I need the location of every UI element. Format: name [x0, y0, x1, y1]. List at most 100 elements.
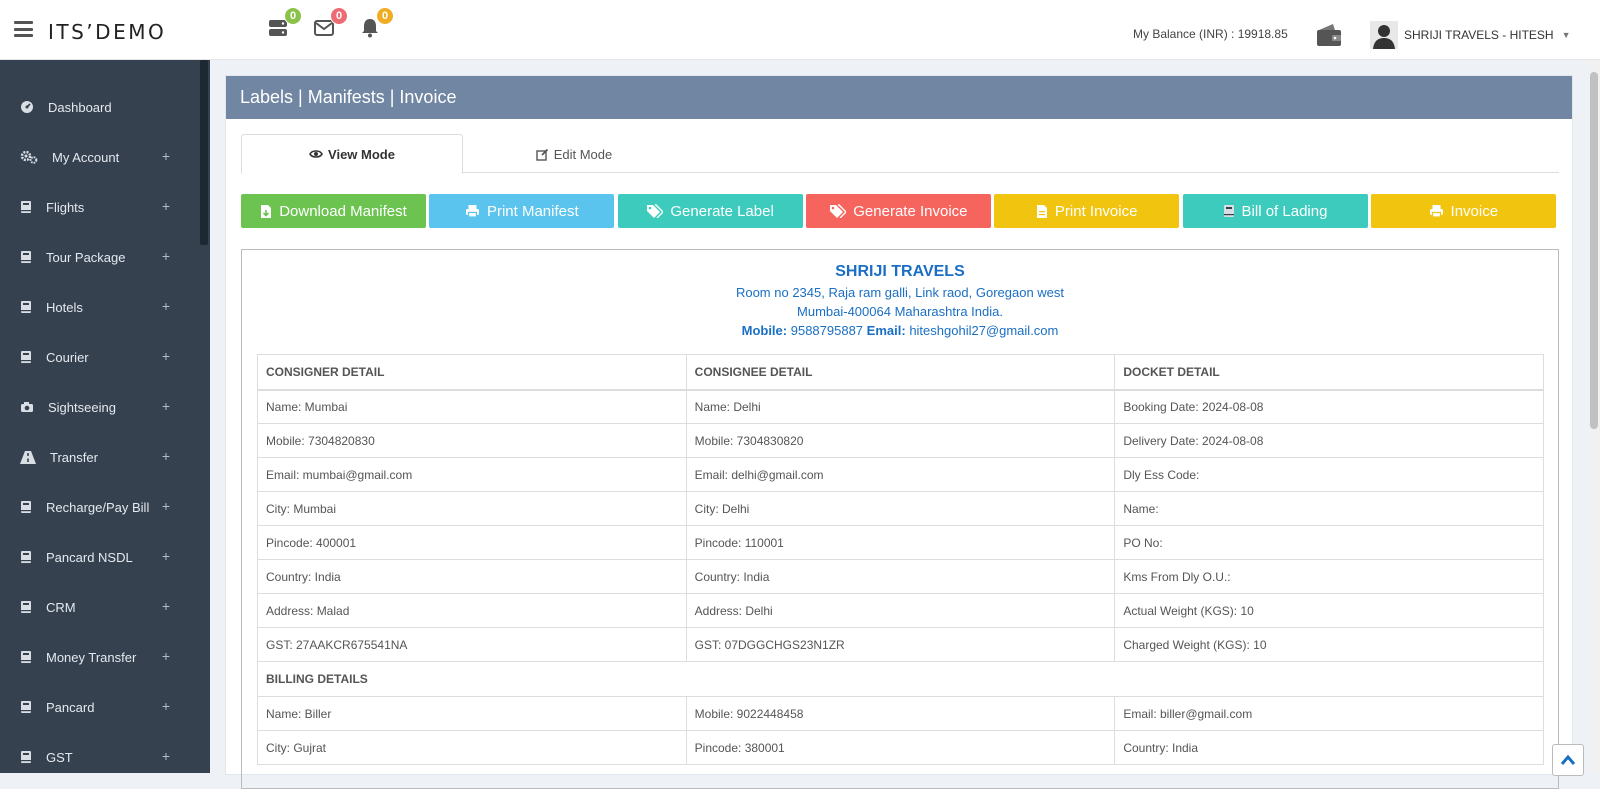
tags-icon [646, 204, 664, 218]
tab-label: Edit Mode [553, 146, 613, 162]
table-row: Pincode: 400001 Pincode: 110001 PO No: [257, 525, 1544, 560]
table-cell: Address: Delhi [685, 593, 1116, 628]
sidebar-item-flights[interactable]: Flights + [0, 182, 200, 232]
download-manifest-button[interactable]: Download Manifest [241, 194, 426, 228]
generate-invoice-button[interactable]: Generate Invoice [805, 194, 991, 228]
button-label: Print Manifest [486, 202, 579, 220]
tags-icon [829, 204, 847, 218]
notification-badge: 0 [284, 7, 302, 25]
sidebar-item-label: Courier [46, 349, 89, 365]
table-row: City: Gujrat Pincode: 380001 Country: Indi… [257, 730, 1544, 765]
main-panel: Labels | Manifests | Invoice View Mode E… [225, 75, 1573, 789]
expand-plus-icon: + [161, 598, 170, 614]
bill-of-lading-button[interactable]: Bill of Lading [1182, 194, 1368, 228]
company-contact: Mobile: 9588795887 Email: hiteshgohil27@… [242, 321, 1558, 340]
button-label: Generate Invoice [853, 202, 968, 220]
brand-logo[interactable]: ITS’DEMO [48, 20, 166, 44]
table-cell: Name: Delhi [685, 389, 1116, 424]
book-icon [1223, 204, 1235, 218]
server-icon [269, 20, 287, 36]
sidebar-item-pancard-nsdl[interactable]: Pancard NSDL + [0, 532, 200, 582]
tab-edit-mode[interactable]: Edit Mode [463, 134, 685, 174]
notification-badge: 0 [330, 7, 348, 25]
table-cell: Booking Date: 2024-08-08 [1114, 389, 1544, 424]
alert-notification-button[interactable]: 0 [356, 7, 394, 42]
expand-plus-icon: + [161, 198, 170, 214]
server-notification-button[interactable]: 0 [264, 7, 302, 42]
sidebar-item-label: GST [46, 749, 73, 765]
table-cell: Name: [1114, 491, 1544, 526]
sidebar-item-crm[interactable]: CRM + [0, 582, 200, 632]
chevron-down-icon: ▼ [1561, 30, 1571, 40]
sidebar-item-label: CRM [46, 599, 76, 615]
book-icon [20, 250, 39, 264]
user-name: SHRIJI TRAVELS - HITESH [1404, 28, 1554, 42]
button-label: Bill of Lading [1241, 202, 1328, 220]
bell-icon [362, 19, 378, 38]
sidebar-item-label: Dashboard [48, 99, 112, 115]
button-label: Print Invoice [1054, 202, 1138, 220]
table-row: GST: 27AAKCR675541NA GST: 07DGGCHGS23N1ZR… [257, 627, 1544, 662]
file-download-icon [260, 204, 272, 219]
table-cell: Name: Biller [257, 696, 687, 731]
sidebar-item-transfer[interactable]: Transfer + [0, 432, 200, 482]
cogs-icon [20, 150, 45, 164]
tab-label: View Mode [328, 146, 395, 162]
sidebar-item-label: Money Transfer [46, 649, 137, 665]
table-row: Name: Biller Mobile: 9022448458 Email: bil… [257, 696, 1544, 731]
notification-badge: 0 [376, 7, 394, 25]
book-icon [20, 300, 39, 314]
table-cell: Actual Weight (KGS): 10 [1114, 593, 1544, 628]
sidebar-item-dashboard[interactable]: Dashboard [0, 82, 200, 132]
hamburger-menu-icon[interactable] [14, 21, 33, 37]
expand-plus-icon: + [161, 648, 170, 664]
chevron-up-icon [1560, 754, 1576, 765]
sidebar-item-tour-package[interactable]: Tour Package + [0, 232, 200, 282]
sidebar-item-label: Pancard [46, 699, 95, 715]
print-manifest-button[interactable]: Print Manifest [429, 194, 615, 228]
file-icon [1036, 204, 1048, 219]
company-address-line-1: Room no 2345, Raja ram galli, Link raod,… [735, 285, 1065, 300]
table-header-row: CONSIGNER DETAIL CONSIGNEE DETAIL DOCKET D… [257, 354, 1544, 391]
page-scrollbar-thumb[interactable] [1590, 72, 1598, 429]
table-cell: PO No: [1114, 525, 1544, 560]
book-icon [20, 700, 39, 714]
message-notification-button[interactable]: 0 [310, 7, 348, 42]
camera-icon [20, 401, 41, 413]
manifest-document: SHRIJI TRAVELS Room no 2345, Raja ram ga… [241, 249, 1559, 789]
table-row: Mobile: 7304820830 Mobile: 7304830820 Deli… [257, 423, 1544, 458]
mode-tabs: View Mode Edit Mode [241, 134, 1559, 174]
book-icon [20, 200, 39, 214]
print-invoice-button[interactable]: Print Invoice [994, 194, 1180, 228]
billing-header-row: BILLING DETAILS [257, 661, 1544, 697]
company-email[interactable]: hiteshgohil27@gmail.com [909, 323, 1058, 338]
table-cell: Pincode: 400001 [257, 525, 687, 560]
table-cell: City: Mumbai [257, 491, 687, 526]
page-scrollbar[interactable] [1588, 60, 1600, 773]
user-menu[interactable]: SHRIJI TRAVELS - HITESH ▼ [1370, 21, 1571, 49]
sidebar-item-my-account[interactable]: My Account + [0, 132, 200, 182]
sidebar-item-hotels[interactable]: Hotels + [0, 282, 200, 332]
wallet-icon[interactable] [1315, 22, 1343, 48]
table-cell: DOCKET DETAIL [1114, 354, 1544, 391]
book-icon [20, 500, 39, 514]
button-label: Invoice [1450, 202, 1499, 220]
sidebar-scrollbar[interactable] [200, 60, 208, 245]
sidebar-item-money-transfer[interactable]: Money Transfer + [0, 632, 200, 682]
print-icon [465, 204, 480, 218]
scroll-to-top-button[interactable] [1552, 744, 1584, 776]
generate-label-button[interactable]: Generate Label [617, 194, 803, 228]
sidebar-item-recharge-pay-bill[interactable]: Recharge/Pay Bill + [0, 482, 200, 532]
sidebar-item-sightseeing[interactable]: Sightseeing + [0, 382, 200, 432]
sidebar-item-pancard[interactable]: Pancard + [0, 682, 200, 732]
panel-title: Labels | Manifests | Invoice [226, 76, 1572, 119]
edit-icon [536, 148, 548, 161]
sidebar-item-label: Tour Package [46, 249, 126, 265]
table-cell: Charged Weight (KGS): 10 [1114, 627, 1544, 662]
tab-view-mode[interactable]: View Mode [241, 134, 463, 174]
invoice-button[interactable]: Invoice [1370, 194, 1556, 228]
sidebar-item-courier[interactable]: Courier + [0, 332, 200, 382]
sidebar-item-gst[interactable]: GST + [0, 732, 200, 773]
book-icon [20, 350, 39, 364]
company-header: SHRIJI TRAVELS Room no 2345, Raja ram ga… [242, 250, 1558, 340]
